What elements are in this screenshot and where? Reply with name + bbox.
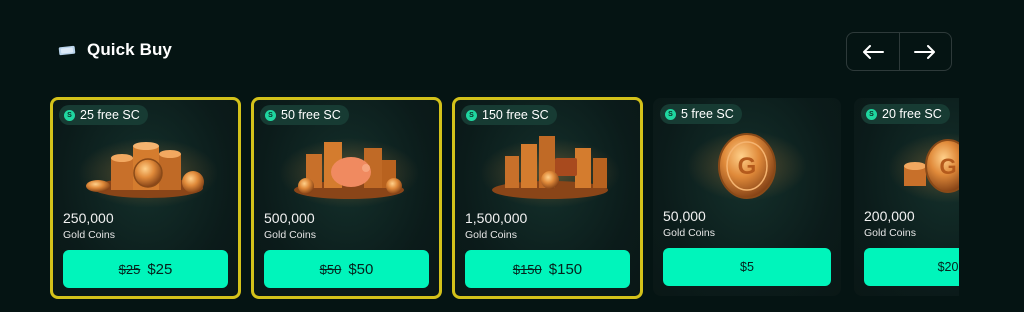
buy-button[interactable]: $150 $150 — [465, 250, 630, 288]
coin-stack-image — [78, 138, 218, 208]
coin-unit: Gold Coins — [63, 229, 115, 241]
sale-price: $25 — [147, 260, 173, 278]
buy-button[interactable]: $25 $25 — [63, 250, 228, 288]
bonus-badge: S 25 free SC — [59, 105, 148, 125]
single-coin-image: G — [687, 131, 807, 201]
section-header: Quick Buy — [58, 40, 172, 60]
treasure-pile-image — [480, 136, 620, 208]
next-button[interactable] — [898, 33, 952, 70]
coin-unit: Gold Coins — [864, 227, 916, 239]
sale-price: $50 — [348, 260, 374, 278]
svg-text:G: G — [738, 153, 757, 180]
package-card[interactable]: S 150 free SC 1,500,000 Gold Coins $150 … — [452, 97, 643, 299]
bonus-badge: S 150 free SC — [461, 105, 557, 125]
package-card[interactable]: S 50 free SC 500,000 Gold Coins $50 $50 — [251, 97, 442, 299]
coin-amount: 500,000 — [264, 210, 315, 226]
buy-button[interactable]: $50 $50 — [264, 250, 429, 288]
coin-unit: Gold Coins — [465, 229, 517, 241]
coin-amount: 1,500,000 — [465, 210, 528, 226]
coin-stack-image: G — [888, 133, 959, 203]
sweeps-coin-icon: S — [665, 108, 676, 120]
price: $5 — [740, 260, 754, 274]
carousel-nav — [846, 32, 952, 71]
coin-amount: 50,000 — [663, 208, 706, 224]
price: $20 — [937, 260, 959, 274]
bonus-badge: S 50 free SC — [260, 105, 349, 125]
package-card[interactable]: S 25 free SC 250,000 Gold Coins $25 $25 — [50, 97, 241, 299]
buy-button[interactable]: $20 — [864, 248, 959, 286]
original-price: $150 — [512, 261, 542, 277]
coin-unit: Gold Coins — [663, 227, 715, 239]
sweeps-coin-icon: S — [466, 109, 477, 121]
package-card[interactable]: S 20 free SC G 200,000 Gold Coins $20 — [854, 98, 959, 296]
original-price: $50 — [319, 261, 342, 277]
package-card[interactable]: S 5 free SC G 50,000 Gold Coins $5 — [653, 98, 841, 296]
sweeps-coin-icon: S — [64, 109, 75, 121]
original-price: $25 — [118, 261, 141, 277]
coin-unit: Gold Coins — [264, 229, 316, 241]
bonus-badge: S 5 free SC — [660, 104, 742, 124]
ticket-icon — [58, 45, 76, 55]
sweeps-coin-icon: S — [265, 109, 276, 121]
sale-price: $150 — [548, 260, 583, 278]
arrow-left-icon — [862, 44, 884, 59]
piggy-bank-coins-image — [279, 138, 419, 208]
bonus-badge: S 20 free SC — [861, 104, 950, 124]
svg-text:G: G — [939, 154, 956, 179]
coin-amount: 200,000 — [864, 208, 915, 224]
section-title: Quick Buy — [87, 40, 172, 59]
buy-button[interactable]: $5 — [663, 248, 831, 286]
arrow-right-icon — [914, 44, 936, 59]
prev-button[interactable] — [847, 33, 899, 70]
coin-amount: 250,000 — [63, 210, 114, 226]
sweeps-coin-icon: S — [866, 108, 877, 120]
package-carousel: S 25 free SC 250,000 Gold Coins $25 $25 … — [50, 96, 959, 306]
